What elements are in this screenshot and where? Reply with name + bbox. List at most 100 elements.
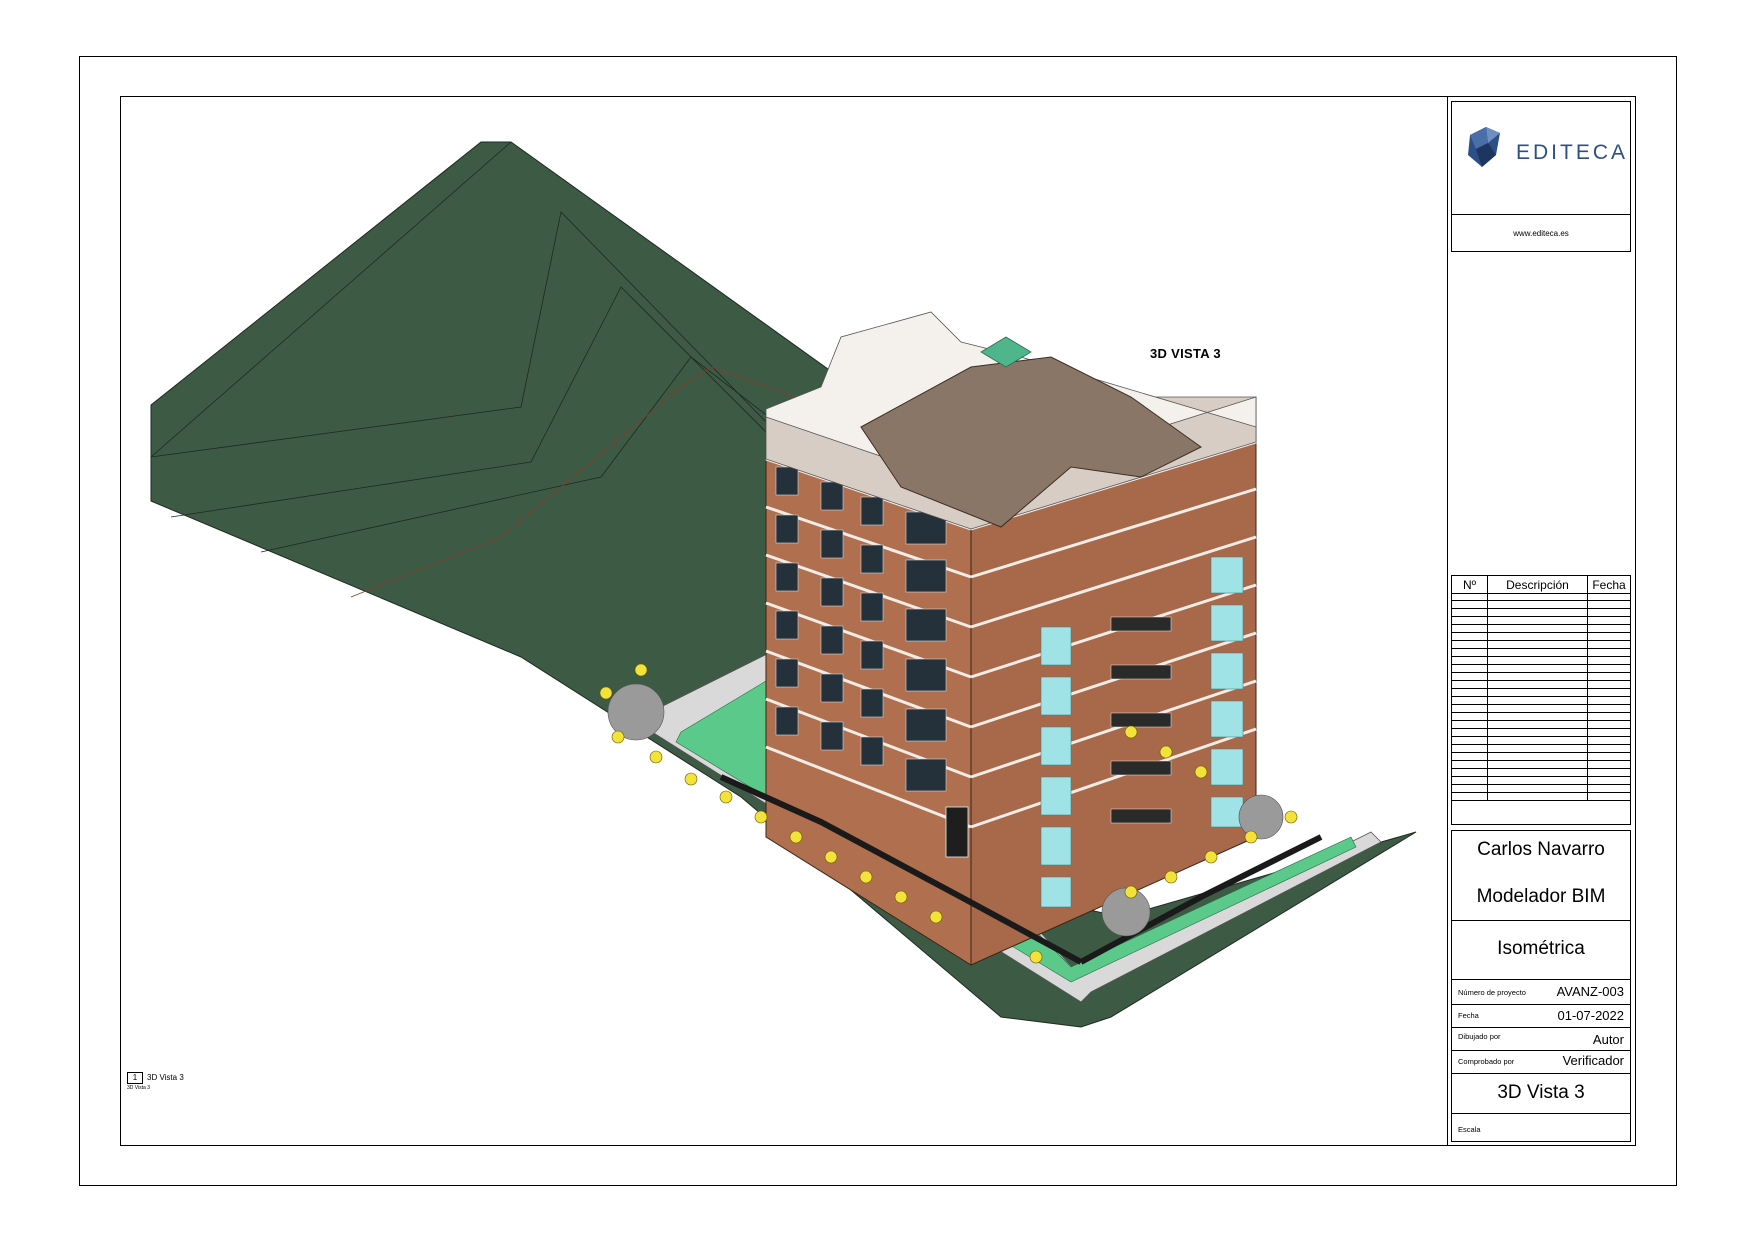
revision-cell	[1588, 745, 1630, 752]
revision-row	[1452, 681, 1630, 689]
revision-cell	[1452, 625, 1488, 632]
drawn-by-row: Dibujado por Autor	[1452, 1027, 1630, 1051]
revision-cell	[1452, 761, 1488, 768]
revision-cell	[1488, 617, 1588, 624]
revision-cell	[1588, 697, 1630, 704]
revision-col-date: Fecha	[1592, 577, 1626, 592]
revision-cell	[1452, 713, 1488, 720]
date-label: Fecha	[1458, 1011, 1479, 1020]
revision-cell	[1452, 665, 1488, 672]
revision-row	[1452, 713, 1630, 721]
revision-cell	[1488, 697, 1588, 704]
author-section: Carlos Navarro Modelador BIM	[1452, 831, 1630, 921]
revision-cell	[1588, 769, 1630, 776]
revision-row	[1452, 785, 1630, 793]
revision-cell	[1588, 713, 1630, 720]
revision-cell	[1488, 785, 1588, 792]
isometric-drawing	[150, 141, 1417, 1028]
revision-cell	[1488, 673, 1588, 680]
revision-cell	[1488, 721, 1588, 728]
revision-cell	[1488, 737, 1588, 744]
checked-by-row: Comprobado por Verificador	[1452, 1050, 1630, 1074]
revision-cell	[1452, 721, 1488, 728]
drawn-by-label: Dibujado por	[1458, 1032, 1501, 1041]
revision-cell	[1588, 737, 1630, 744]
revision-cell	[1452, 777, 1488, 784]
revision-row	[1452, 721, 1630, 729]
checked-by-value: Verificador	[1562, 1053, 1624, 1068]
website-link[interactable]: www.editeca.es	[1513, 229, 1569, 238]
view-name: 3D Vista 3	[147, 1073, 184, 1082]
revision-cell	[1452, 705, 1488, 712]
author-name: Carlos Navarro	[1477, 839, 1605, 860]
author-role: Modelador BIM	[1476, 886, 1606, 907]
revision-cell	[1452, 785, 1488, 792]
revision-row	[1452, 705, 1630, 713]
revision-cell	[1488, 649, 1588, 656]
revision-cell	[1452, 609, 1488, 616]
revision-cell	[1588, 673, 1630, 680]
revision-cell	[1588, 705, 1630, 712]
revision-cell	[1488, 745, 1588, 752]
sheet-title-row: 3D Vista 3	[1452, 1073, 1630, 1114]
revision-cell	[1588, 649, 1630, 656]
revision-cell	[1452, 617, 1488, 624]
revision-row	[1452, 617, 1630, 625]
scale-label: Escala	[1458, 1125, 1481, 1134]
revision-cell	[1588, 729, 1630, 736]
revision-row	[1452, 761, 1630, 769]
view-subname: 3D Vista 3	[127, 1085, 150, 1091]
revision-cell	[1488, 641, 1588, 648]
view-title: 3D VISTA 3	[1150, 346, 1221, 361]
revision-row	[1452, 633, 1630, 641]
revision-row	[1452, 753, 1630, 761]
revision-cell	[1488, 665, 1588, 672]
revision-cell	[1452, 689, 1488, 696]
revision-cell	[1488, 753, 1588, 760]
logo-icon	[1468, 127, 1500, 167]
revision-row	[1452, 793, 1630, 801]
revision-cell	[1588, 721, 1630, 728]
revision-cell	[1488, 689, 1588, 696]
revision-row	[1452, 769, 1630, 777]
revision-row	[1452, 657, 1630, 665]
revision-cell	[1488, 681, 1588, 688]
revision-cell	[1488, 761, 1588, 768]
revision-row	[1452, 689, 1630, 697]
revision-cell	[1488, 729, 1588, 736]
revision-row	[1452, 729, 1630, 737]
revision-cell	[1452, 673, 1488, 680]
revision-cell	[1452, 753, 1488, 760]
scale-row: Escala	[1452, 1113, 1630, 1141]
revision-col-number: Nº	[1452, 576, 1488, 593]
revision-cell	[1588, 657, 1630, 664]
project-number-label: Número de proyecto	[1458, 988, 1526, 997]
revision-row	[1452, 673, 1630, 681]
date-row: Fecha 01-07-2022	[1452, 1004, 1630, 1028]
sheet-name-section: Isométrica	[1452, 920, 1630, 980]
revision-row	[1452, 737, 1630, 745]
company-logo-text: EDITECA	[1516, 141, 1629, 164]
website-box: www.editeca.es	[1451, 214, 1631, 252]
revision-row	[1452, 777, 1630, 785]
revision-cell	[1452, 681, 1488, 688]
revision-cell	[1452, 745, 1488, 752]
revision-cell	[1452, 729, 1488, 736]
revision-row	[1452, 697, 1630, 705]
drawn-by-value: Autor	[1592, 1032, 1624, 1047]
revision-table-header: Nº Descripción Fecha	[1452, 576, 1630, 594]
revision-row	[1452, 609, 1630, 617]
view-legend: 1 3D Vista 3 3D Vista 3	[127, 1072, 184, 1091]
revision-cell	[1488, 777, 1588, 784]
revision-cell	[1452, 737, 1488, 744]
revision-cell	[1452, 769, 1488, 776]
revision-cell	[1488, 657, 1588, 664]
revision-cell	[1488, 793, 1588, 800]
sheet-title: 3D Vista 3	[1497, 1082, 1585, 1103]
revision-cell	[1452, 793, 1488, 800]
project-number-row: Número de proyecto AVANZ-003	[1452, 979, 1630, 1005]
revision-row	[1452, 593, 1630, 601]
revision-cell	[1588, 793, 1630, 800]
revision-cell	[1588, 601, 1630, 608]
revision-cell	[1588, 633, 1630, 640]
